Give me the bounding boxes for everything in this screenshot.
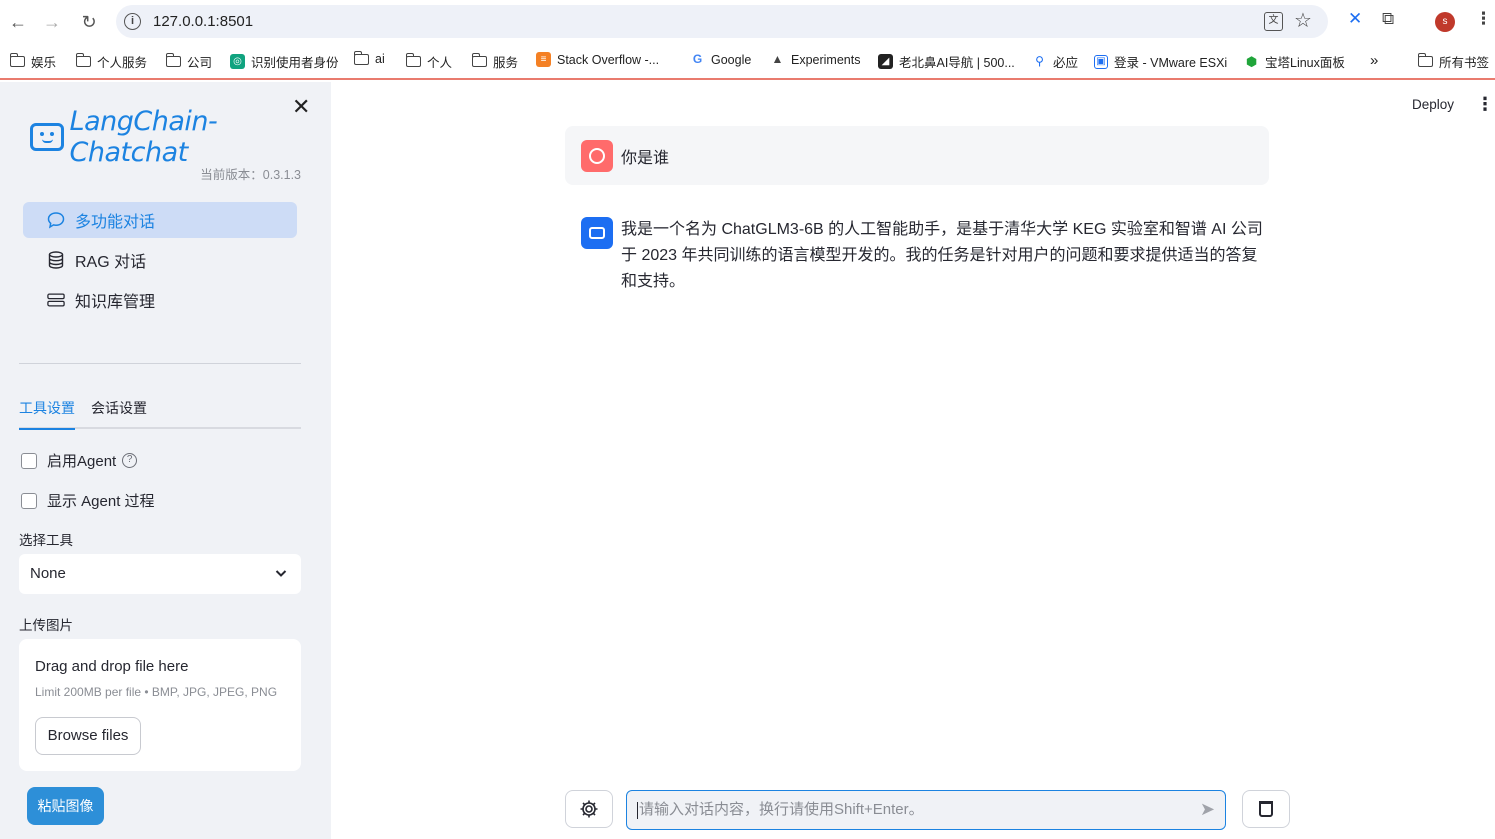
assistant-message-text: 我是一个名为 ChatGLM3-6B 的人工智能助手，是基于清华大学 KEG 实… xyxy=(621,221,1263,290)
help-icon[interactable]: ? xyxy=(122,453,138,468)
tab-tool-settings[interactable]: 工具设置 xyxy=(19,398,75,430)
bookmark-item[interactable]: 服务 xyxy=(471,52,518,71)
menu-item-multifunction-chat[interactable]: 多功能对话 xyxy=(23,202,297,238)
more-bookmarks-icon[interactable]: » xyxy=(1370,52,1378,69)
chat-input-bar: 请输入对话内容，换行请使用Shift+Enter。 ➤ xyxy=(565,788,1290,830)
bookmark-item[interactable]: ⬢ 宝塔Linux面板 xyxy=(1244,52,1345,71)
chat-input[interactable]: 请输入对话内容，换行请使用Shift+Enter。 ➤ xyxy=(626,790,1226,830)
folder-icon xyxy=(165,53,181,67)
chat-input-placeholder: 请输入对话内容，换行请使用Shift+Enter。 xyxy=(639,801,924,818)
menu-item-knowledge-base[interactable]: 知识库管理 xyxy=(23,282,297,318)
bookmark-item[interactable]: G Google xyxy=(690,52,751,67)
site-icon: ◢ xyxy=(878,54,893,69)
bookmark-item[interactable]: 公司 xyxy=(165,52,212,71)
deploy-button[interactable]: Deploy xyxy=(1412,97,1454,112)
folder-icon xyxy=(75,53,91,67)
bookmark-item[interactable]: 个人服务 xyxy=(75,52,147,71)
server-icon xyxy=(47,291,65,309)
tab-session-settings[interactable]: 会话设置 xyxy=(91,398,147,428)
gear-icon xyxy=(580,800,598,818)
file-dropzone[interactable]: Drag and drop file here Limit 200MB per … xyxy=(19,639,301,771)
menu-item-label: 知识库管理 xyxy=(75,294,156,311)
translate-icon[interactable]: 文 xyxy=(1264,12,1283,31)
brand-logo: LangChain-Chatchat xyxy=(30,106,331,168)
settings-tabs: 工具设置 会话设置 xyxy=(19,395,301,430)
show-agent-process-checkbox[interactable]: 显示 Agent 过程 xyxy=(21,490,155,511)
settings-gear-button[interactable] xyxy=(565,790,613,828)
user-avatar-icon xyxy=(581,140,613,172)
tool-select-value: None xyxy=(30,565,66,582)
menu-item-rag-chat[interactable]: RAG 对话 xyxy=(23,242,297,278)
profile-avatar[interactable]: s xyxy=(1435,12,1455,32)
robot-face-icon xyxy=(30,123,64,151)
browser-menu-icon[interactable]: ⋮ xyxy=(1475,9,1492,29)
bookmark-star-icon[interactable]: ☆ xyxy=(1294,8,1312,33)
user-message-text: 你是谁 xyxy=(621,150,670,167)
assistant-avatar-icon xyxy=(581,217,613,249)
paste-image-button[interactable]: 粘贴图像 xyxy=(27,787,104,825)
vmware-icon: ▣ xyxy=(1094,54,1108,69)
site-info-icon[interactable]: i xyxy=(124,13,141,30)
checkbox[interactable] xyxy=(21,492,37,509)
extensions-puzzle-icon[interactable]: ⧉ xyxy=(1382,9,1394,29)
menu-item-label: RAG 对话 xyxy=(75,254,147,271)
dropzone-limit: Limit 200MB per file • BMP, JPG, JPEG, P… xyxy=(35,685,278,699)
chevron-down-icon xyxy=(275,554,287,610)
enable-agent-checkbox[interactable]: 启用Agent ? xyxy=(21,450,138,471)
stackoverflow-icon: ≡ xyxy=(536,52,551,67)
folder-icon xyxy=(405,53,421,67)
divider xyxy=(19,363,301,364)
clear-chat-button[interactable] xyxy=(1242,790,1290,828)
send-icon[interactable]: ➤ xyxy=(1200,791,1215,828)
back-arrow-icon[interactable]: ← xyxy=(6,10,30,34)
openai-icon: ◎ xyxy=(230,54,245,69)
flask-icon: ▲ xyxy=(771,52,784,66)
url-text[interactable]: 127.0.0.1:8501 xyxy=(153,13,253,30)
main-area: Deploy ⋮ 你是谁 我是一个名为 ChatGLM3-6B 的人工智能助手，… xyxy=(331,82,1495,839)
folder-icon xyxy=(471,53,487,67)
bookmark-item[interactable]: ◎ 识别使用者身份 xyxy=(230,52,339,71)
reload-icon[interactable]: ↻ xyxy=(77,10,101,34)
menu-item-label: 多功能对话 xyxy=(75,214,156,231)
bookmark-item[interactable]: ai xyxy=(353,50,385,66)
bookmark-item[interactable]: ▣ 登录 - VMware ESXi xyxy=(1094,52,1227,71)
bing-icon: ⚲ xyxy=(1035,54,1044,68)
sidebar: LangChain-Chatchat ✕ 当前版本：0.3.1.3 多功能对话 … xyxy=(0,82,331,839)
folder-icon xyxy=(1417,53,1433,67)
google-icon: G xyxy=(692,52,703,66)
bookmarks-bar: 娱乐 个人服务 公司 ◎ 识别使用者身份 ai 个人 服务 ≡ Stack Over… xyxy=(0,44,1495,80)
checkbox-label: 显示 Agent 过程 xyxy=(47,493,155,510)
bookmark-item[interactable]: ◢ 老北鼻AI导航 | 500... xyxy=(878,52,1015,71)
checkbox-label: 启用Agent xyxy=(47,453,117,470)
close-sidebar-icon[interactable]: ✕ xyxy=(292,94,310,120)
address-bar[interactable]: i 127.0.0.1:8501 文 ☆ xyxy=(116,5,1328,38)
dropzone-title: Drag and drop file here xyxy=(35,658,189,675)
upload-image-label: 上传图片 xyxy=(19,618,73,633)
main-menu-icon[interactable]: ⋮ xyxy=(1476,94,1494,115)
bookmark-item[interactable]: 娱乐 xyxy=(9,52,56,71)
database-icon xyxy=(47,251,65,269)
bt-icon: ⬢ xyxy=(1245,54,1258,69)
checkbox[interactable] xyxy=(21,452,37,469)
select-tool-label: 选择工具 xyxy=(19,533,73,548)
version-label: 当前版本：0.3.1.3 xyxy=(200,168,301,182)
browser-toolbar: ← → ↻ i 127.0.0.1:8501 文 ☆ ✕ ⧉ s ⋮ xyxy=(0,0,1495,44)
extension-x-icon[interactable]: ✕ xyxy=(1348,9,1362,29)
bookmark-item[interactable]: 个人 xyxy=(405,52,452,71)
folder-icon xyxy=(9,53,25,67)
trash-icon xyxy=(1259,801,1273,817)
chat-bubble-icon xyxy=(47,211,65,229)
tool-select[interactable]: None xyxy=(19,554,301,594)
bookmark-item[interactable]: ▲ Experiments xyxy=(770,52,861,67)
forward-arrow-icon[interactable]: → xyxy=(40,10,64,34)
bookmark-item[interactable]: ⚲ 必应 xyxy=(1032,52,1078,71)
bookmark-item[interactable]: ≡ Stack Overflow -... xyxy=(536,52,659,67)
bookmark-item[interactable]: 所有书签 xyxy=(1417,52,1489,71)
folder-icon xyxy=(353,50,369,65)
user-message: 你是谁 xyxy=(565,126,1269,185)
browse-files-button[interactable]: Browse files xyxy=(35,717,141,755)
